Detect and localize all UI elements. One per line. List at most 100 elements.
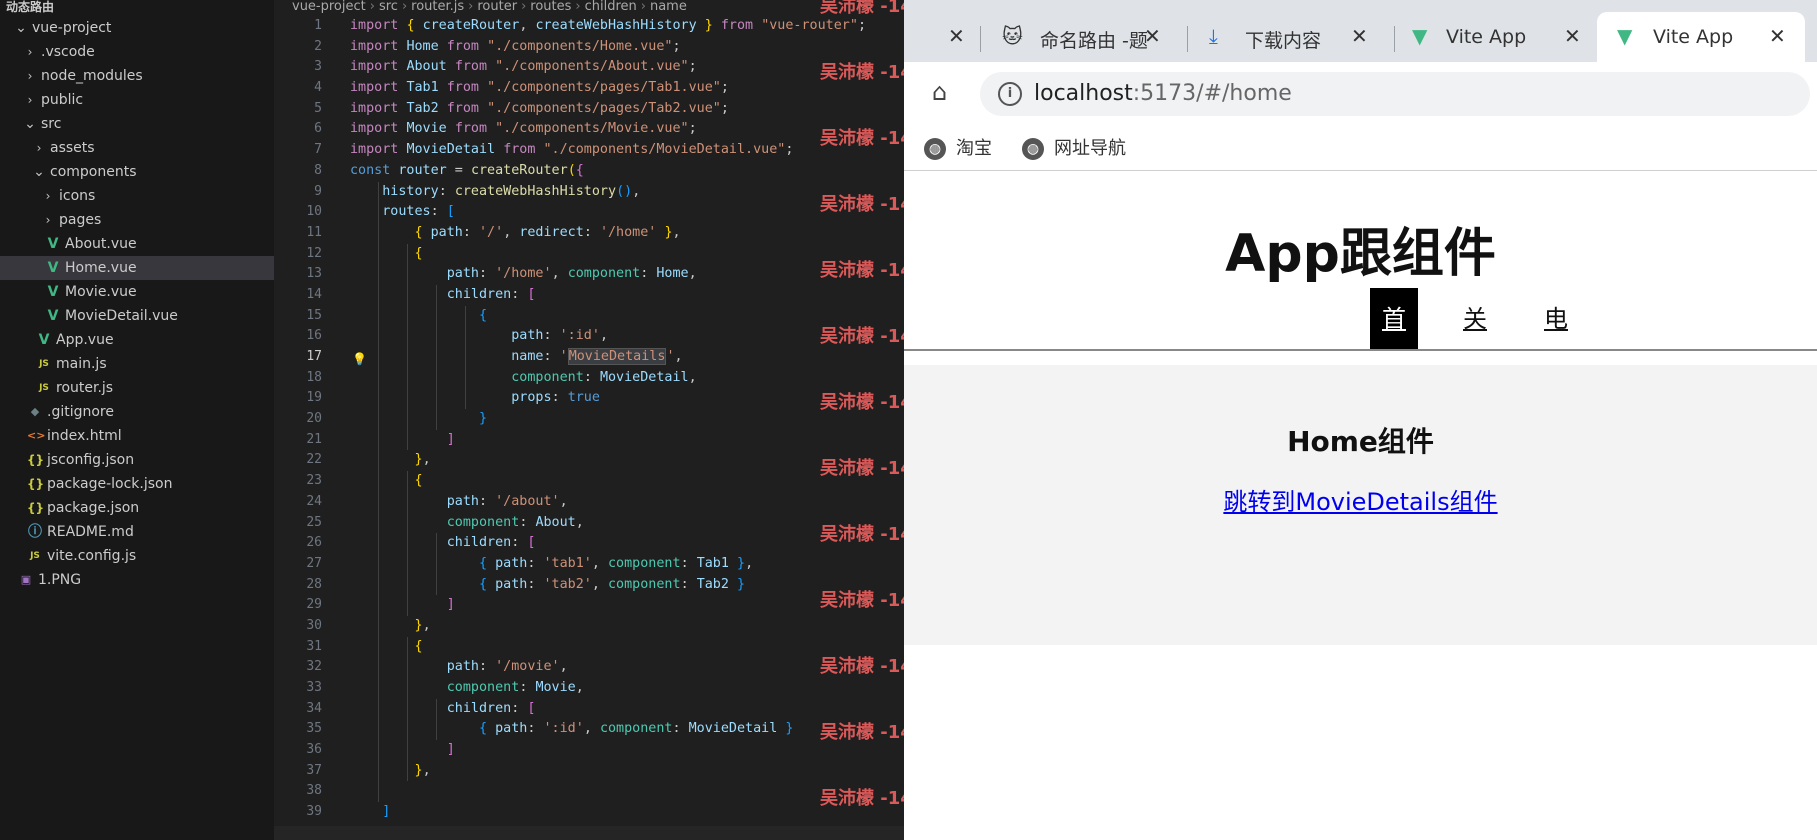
code-area[interactable]: 1 import { createRouter, createWebHashHis… [274, 16, 904, 823]
code-line[interactable]: 25 component: About, [274, 512, 904, 534]
close-icon[interactable]: ✕ [1351, 24, 1368, 48]
close-icon[interactable]: ✕ [1564, 24, 1581, 48]
close-icon[interactable]: ✕ [1144, 24, 1161, 48]
code-line[interactable]: 31 { [274, 636, 904, 658]
home-icon[interactable]: ⌂ [932, 78, 947, 106]
file-item[interactable]: JS router.js [0, 376, 274, 400]
file-item[interactable]: V Movie.vue [0, 280, 274, 304]
code-line[interactable]: 20 } [274, 409, 904, 430]
nav-link-about[interactable]: 关于 [1451, 288, 1499, 395]
tab-named-route[interactable]: 🐱 命名路由 -题 ✕ [994, 12, 1174, 62]
folder-item[interactable]: › icons [0, 184, 274, 208]
code-line[interactable]: 5 import Tab2 from "./components/pages/Ta… [274, 99, 904, 120]
nav-link-movie[interactable]: 电影 [1532, 288, 1580, 395]
code-line[interactable]: 14 children: [ [274, 284, 904, 306]
code-line[interactable]: 10 routes: [ [274, 202, 904, 223]
file-item[interactable]: V About.vue [0, 232, 274, 256]
url-input[interactable]: i localhost:5173/#/home [980, 72, 1810, 116]
chevron-right-icon[interactable]: › [41, 184, 55, 208]
code-line[interactable]: 9 history: createWebHashHistory(), [274, 181, 904, 203]
breadcrumb-item[interactable]: children [585, 0, 637, 14]
file-item[interactable]: JS vite.config.js [0, 544, 274, 568]
breadcrumb-item[interactable]: name [650, 0, 687, 14]
file-item[interactable]: V Home.vue [0, 256, 274, 280]
code-line[interactable]: 22 }, [274, 450, 904, 472]
code-line[interactable]: 17 💡 name: 'MovieDetails', [274, 347, 904, 368]
code-line[interactable]: 38 [274, 781, 904, 803]
code-line[interactable]: 16 path: ':id', [274, 326, 904, 347]
chevron-right-icon[interactable]: › [32, 136, 46, 160]
file-item[interactable]: V MovieDetail.vue [0, 304, 274, 328]
chevron-right-icon[interactable]: › [23, 88, 37, 112]
file-item[interactable]: {} jsconfig.json [0, 448, 274, 472]
nav-link-home[interactable]: 首页 [1370, 288, 1418, 395]
file-item[interactable]: {} package-lock.json [0, 472, 274, 496]
tab-vite-app[interactable]: ▼ Vite App ✕ [1404, 12, 1584, 62]
code-line[interactable]: 39 ] [274, 802, 904, 823]
movie-details-link[interactable]: 跳转到MovieDetails组件 [904, 482, 1817, 517]
bookmark-nav[interactable]: ◍ 网址导航 [1022, 134, 1126, 160]
chevron-down-icon[interactable]: ⌄ [32, 160, 46, 184]
code-line[interactable]: 18 component: MovieDetail, [274, 367, 904, 389]
code-line[interactable]: 29 ] [274, 595, 904, 616]
code-line[interactable]: 30 }, [274, 615, 904, 637]
horizontal-scrollbar[interactable] [274, 826, 904, 840]
code-line[interactable]: 33 component: Movie, [274, 678, 904, 699]
code-line[interactable]: 19 props: true [274, 388, 904, 410]
folder-item[interactable]: › public [0, 88, 274, 112]
code-line[interactable]: 3 import About from "./components/About.v… [274, 57, 904, 78]
folder-item[interactable]: › node_modules [0, 64, 274, 88]
breadcrumb-item[interactable]: routes [530, 0, 571, 14]
folder-item[interactable]: ⌄ components [0, 160, 274, 184]
file-item[interactable]: ▣ 1.PNG [0, 568, 274, 592]
code-line[interactable]: 4 import Tab1 from "./components/pages/Ta… [274, 78, 904, 99]
chevron-down-icon[interactable]: ⌄ [23, 112, 37, 136]
folder-item[interactable]: › .vscode [0, 40, 274, 64]
chevron-right-icon[interactable]: › [23, 40, 37, 64]
tab-downloads[interactable]: ⤓ 下载内容 ✕ [1199, 12, 1379, 62]
breadcrumb-item[interactable]: router [477, 0, 517, 14]
code-line[interactable]: 35 { path: ':id', component: MovieDetail… [274, 719, 904, 741]
code-text: { [350, 637, 423, 658]
chevron-right-icon[interactable]: › [23, 64, 37, 88]
tab-vite-app-active[interactable]: ▼ Vite App ✕ [1597, 12, 1805, 62]
code-line[interactable]: 11 { path: '/', redirect: '/home' }, [274, 222, 904, 244]
close-icon[interactable]: ✕ [948, 24, 965, 48]
code-line[interactable]: 23 { [274, 471, 904, 492]
code-line[interactable]: 2 import Home from "./components/Home.vue… [274, 37, 904, 58]
chevron-down-icon[interactable]: ⌄ [14, 16, 28, 40]
folder-item[interactable]: › pages [0, 208, 274, 232]
folder-item[interactable]: › assets [0, 136, 274, 160]
code-line[interactable]: 8 const router = createRouter({ [274, 161, 904, 182]
breadcrumb-item[interactable]: vue-project [292, 0, 366, 14]
code-line[interactable]: 28 { path: 'tab2', component: Tab2 } [274, 574, 904, 596]
file-item[interactable]: V App.vue [0, 328, 274, 352]
folder-item[interactable]: ⌄ src [0, 112, 274, 136]
code-line[interactable]: 12 { [274, 243, 904, 265]
code-line[interactable]: 24 path: '/about', [274, 491, 904, 513]
info-icon[interactable]: i [998, 82, 1022, 106]
code-line[interactable]: 6 import Movie from "./components/Movie.v… [274, 119, 904, 140]
file-item[interactable]: ◆ .gitignore [0, 400, 274, 424]
bookmark-taobao[interactable]: ◍ 淘宝 [924, 134, 992, 160]
code-line[interactable]: 36 ] [274, 740, 904, 761]
code-line[interactable]: 37 }, [274, 760, 904, 782]
code-line[interactable]: 13 path: '/home', component: Home, [274, 264, 904, 285]
folder-item[interactable]: ⌄ vue-project [0, 16, 274, 40]
code-line[interactable]: 26 children: [ [274, 533, 904, 554]
breadcrumb-item[interactable]: src [379, 0, 398, 14]
code-line[interactable]: 1 import { createRouter, createWebHashHis… [274, 16, 904, 37]
code-line[interactable]: 27 { path: 'tab1', component: Tab1 }, [274, 553, 904, 575]
breadcrumb-item[interactable]: router.js [411, 0, 464, 14]
code-line[interactable]: 21 ] [274, 429, 904, 451]
code-line[interactable]: 32 path: '/movie', [274, 657, 904, 678]
file-item[interactable]: ⓘ README.md [0, 520, 274, 544]
close-icon[interactable]: ✕ [1769, 24, 1786, 48]
chevron-right-icon[interactable]: › [41, 208, 55, 232]
file-item[interactable]: {} package.json [0, 496, 274, 520]
file-item[interactable]: JS main.js [0, 352, 274, 376]
file-item[interactable]: <> index.html [0, 424, 274, 448]
code-line[interactable]: 34 children: [ [274, 698, 904, 720]
code-line[interactable]: 7 import MovieDetail from "./components/M… [274, 140, 904, 161]
code-line[interactable]: 15 { [274, 305, 904, 327]
